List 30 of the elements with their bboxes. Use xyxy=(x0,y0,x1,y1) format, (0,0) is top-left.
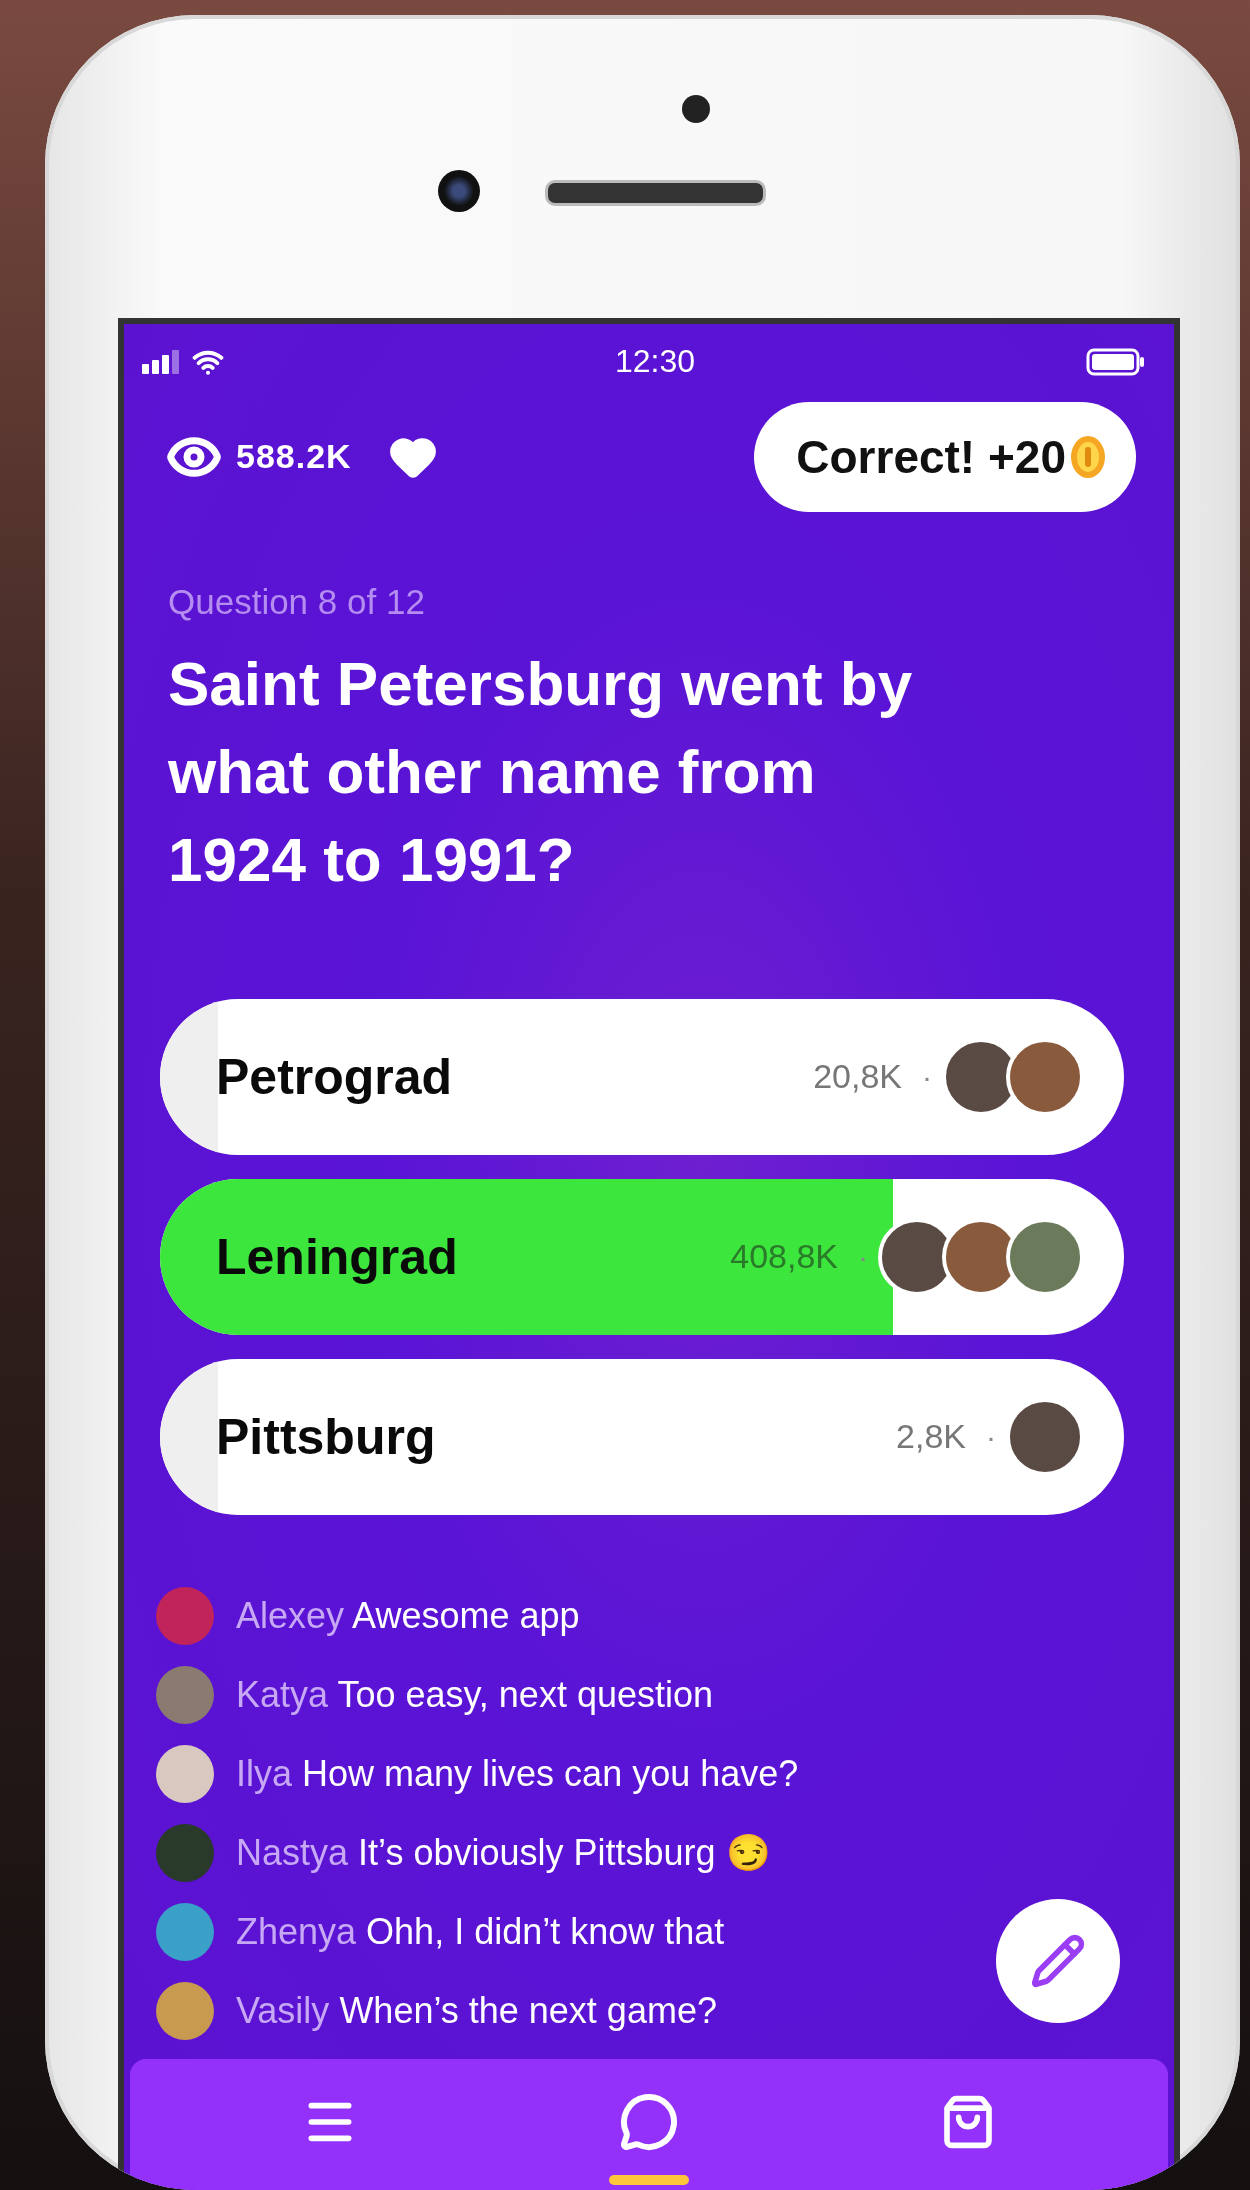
answer-option[interactable]: Pittsburg 2,8K · xyxy=(160,1358,1124,1515)
answer-option[interactable]: Leningrad 408,8K · xyxy=(160,1178,1124,1335)
chat-message: Zhenya Ohh, I didn’t know that xyxy=(236,1910,725,1953)
answer-label: Petrograd xyxy=(216,1047,454,1106)
vote-count: 408,8K xyxy=(730,1237,838,1277)
separator-dot: · xyxy=(858,1239,868,1274)
chat-message: Vasily When’s the next game? xyxy=(236,1989,717,2032)
chat-message: Katya Too easy, next question xyxy=(236,1673,713,1716)
sensor-dot xyxy=(682,95,710,123)
answer-label: Pittsburg xyxy=(216,1407,437,1466)
pencil-icon xyxy=(1030,1932,1086,1989)
signal-icon xyxy=(142,349,182,374)
chat-message: Nastya It’s obviously Pittsburg 😏 xyxy=(236,1831,771,1874)
vote-count: 2,8K xyxy=(896,1417,966,1457)
camera-lens xyxy=(438,170,480,212)
correct-badge-text: Correct! +20 xyxy=(796,429,1066,484)
separator-dot: · xyxy=(922,1059,932,1094)
question-text: Saint Petersburg went by what other name from 1924 to 1991? xyxy=(168,647,914,896)
question-counter: Question 8 of 12 xyxy=(167,580,426,622)
chat-message: Ilya How many lives can you have? xyxy=(236,1752,799,1795)
chat-bubble-icon xyxy=(619,2091,679,2152)
battery-icon xyxy=(1086,347,1146,376)
view-count: 588.2K xyxy=(236,437,352,477)
answer-option[interactable]: Petrograd 20,8K · xyxy=(160,998,1124,1155)
chat-message: Alexey Awesome app xyxy=(236,1594,580,1637)
answer-label: Leningrad xyxy=(216,1227,459,1286)
separator-dot: · xyxy=(986,1419,996,1454)
status-time: 12:30 xyxy=(614,343,696,381)
vote-count: 20,8K xyxy=(813,1057,902,1097)
coin-icon xyxy=(1070,434,1106,479)
